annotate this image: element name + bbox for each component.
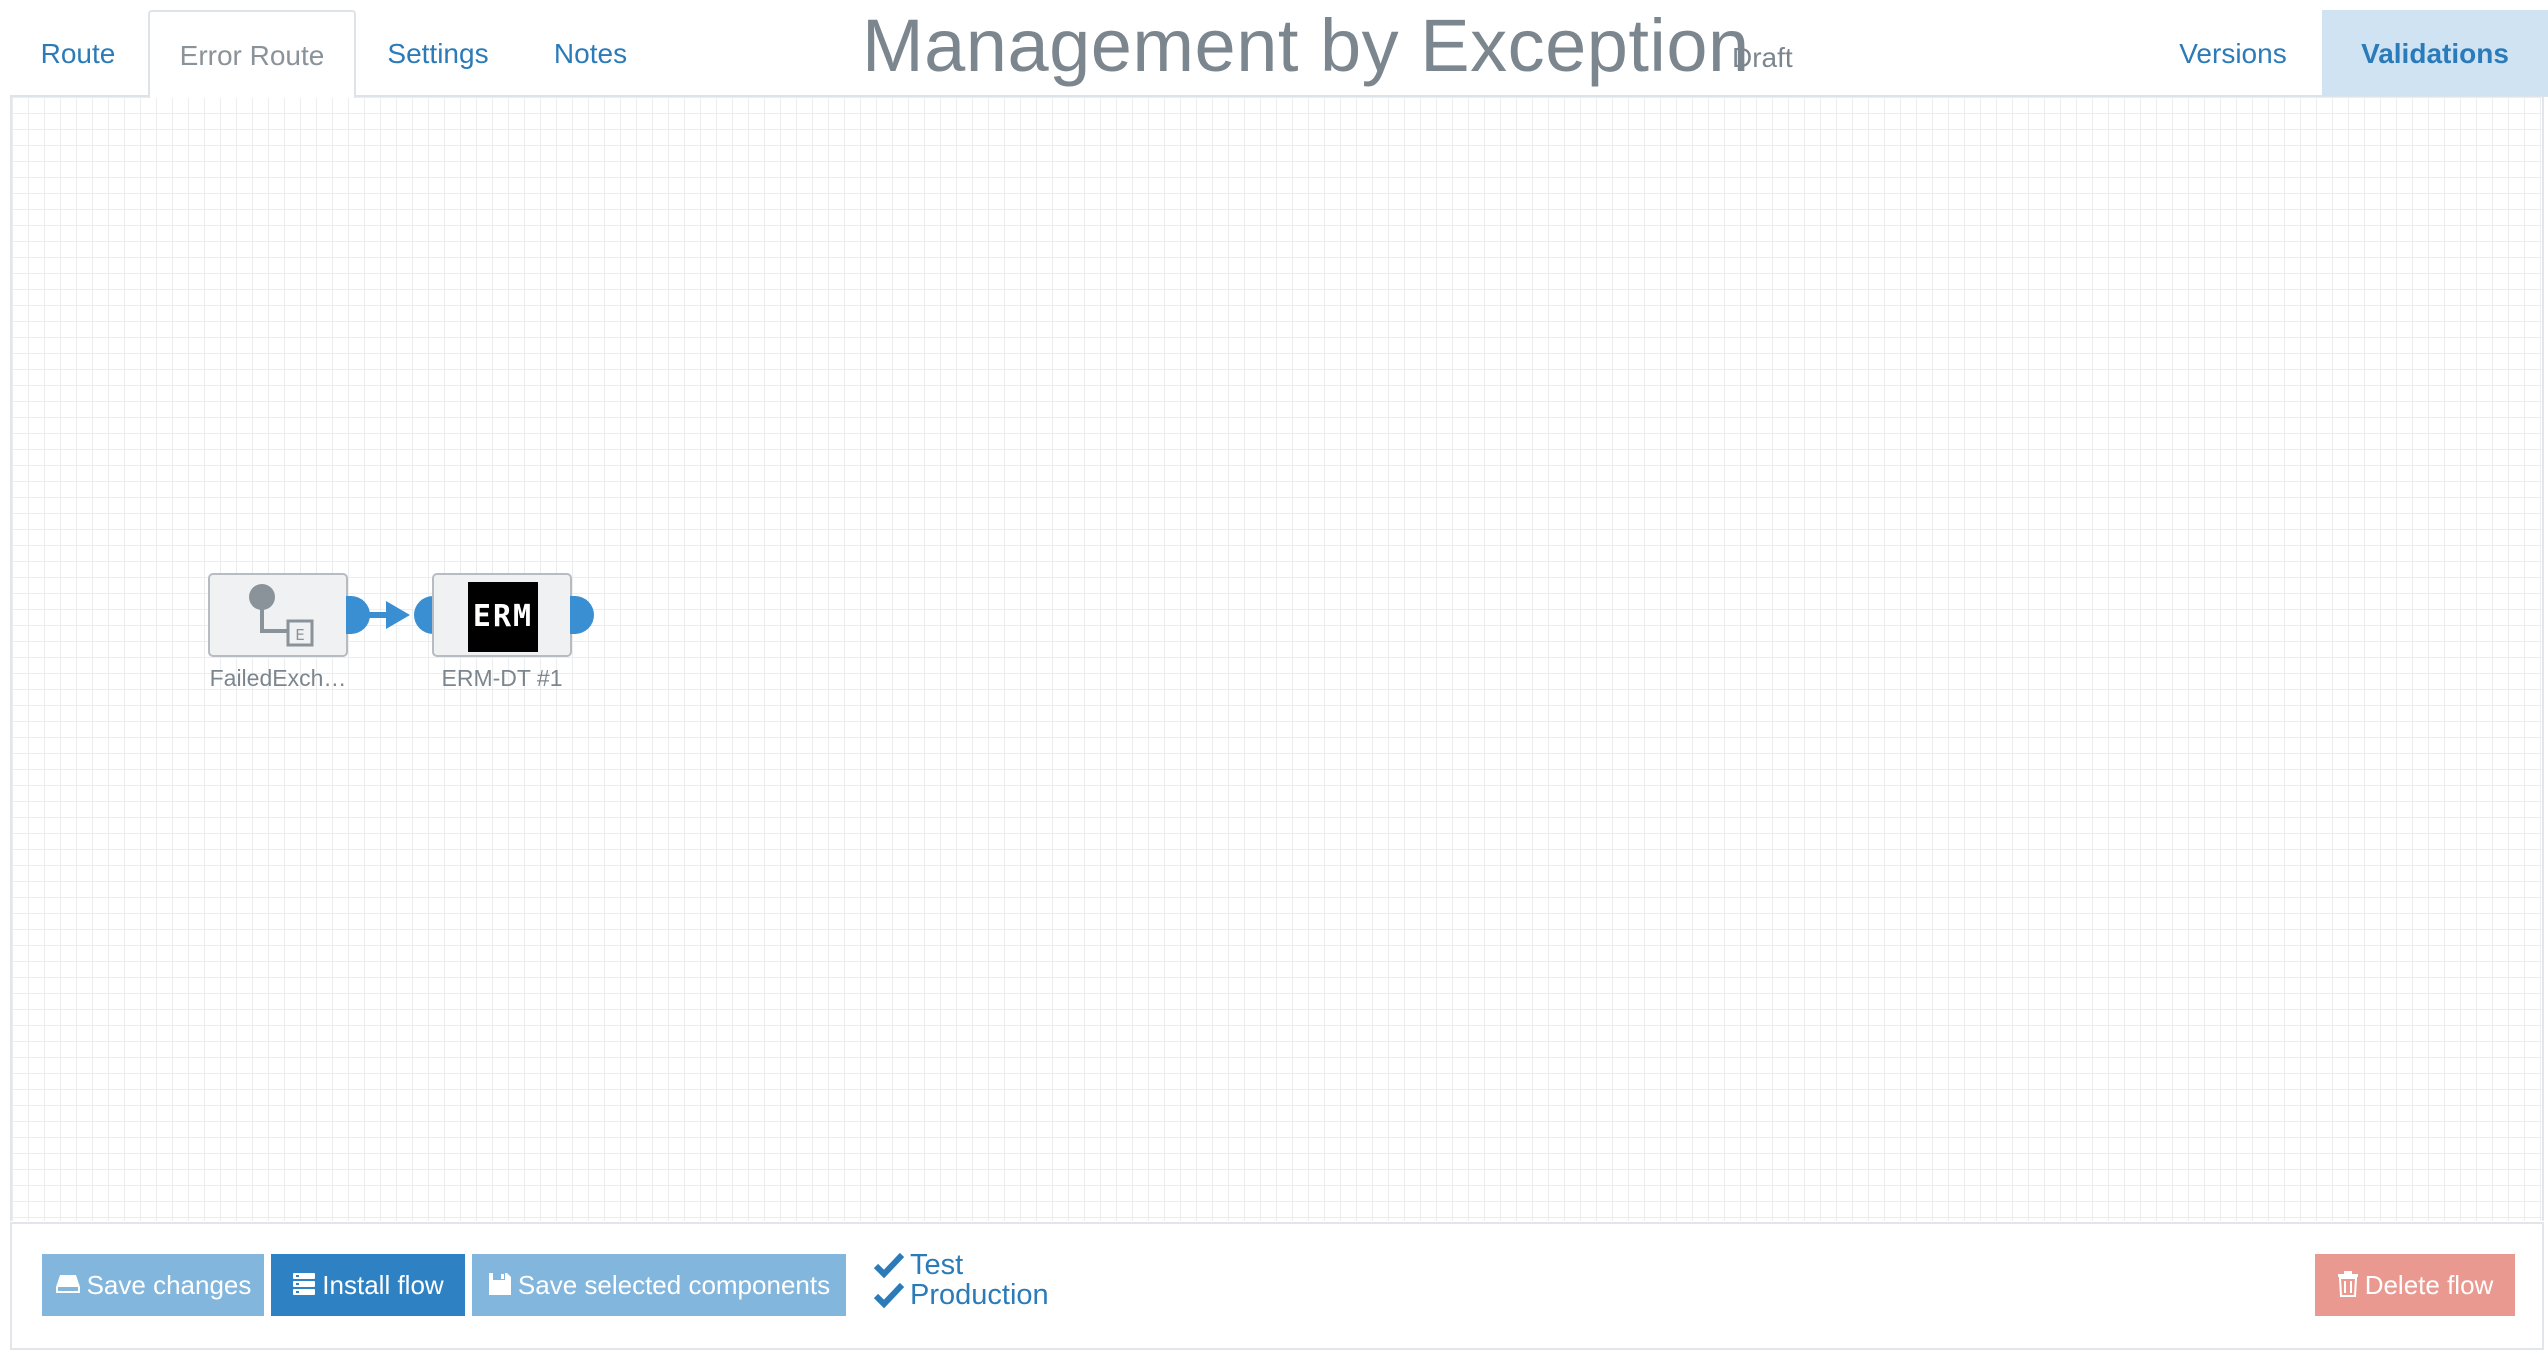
environment-test: Test [874, 1250, 1049, 1280]
node-failed-exchange-label: FailedExch… [209, 665, 347, 691]
trash-icon [2337, 1271, 2358, 1298]
save-changes-button[interactable]: Save changes [42, 1254, 264, 1316]
failed-exchange-icon: E [210, 584, 346, 659]
status-badge: Draft [1732, 42, 1793, 73]
tab-route[interactable]: Route [18, 10, 138, 96]
tab-settings[interactable]: Settings [368, 10, 508, 96]
delete-flow-button[interactable]: Delete flow [2315, 1254, 2515, 1316]
save-selected-components-button[interactable]: Save selected components [472, 1254, 846, 1316]
environment-production: Production [874, 1280, 1049, 1310]
flow-canvas[interactable]: E ERM FailedExch… ERM-DT #1 [10, 97, 2544, 1221]
node-erm-dt[interactable]: ERM [432, 573, 572, 657]
save-selected-label: Save selected components [517, 1270, 831, 1300]
node-erm-output-port[interactable] [570, 596, 594, 634]
install-flow-label: Install flow [322, 1270, 444, 1300]
checkmark-icon [874, 1282, 904, 1308]
tab-notes[interactable]: Notes [528, 10, 653, 96]
drive-icon [55, 1275, 80, 1294]
environment-list: Test Production [874, 1250, 1049, 1310]
tab-versions[interactable]: Versions [2158, 10, 2308, 96]
floppy-disk-icon [488, 1273, 511, 1296]
footer-toolbar: Save changes Install flow Save selected … [10, 1222, 2544, 1350]
erm-logo-text: ERM [472, 599, 534, 634]
header: Route Error Route Settings Notes Managem… [0, 0, 2548, 98]
svg-text:E: E [295, 626, 304, 644]
environment-test-label: Test [910, 1249, 964, 1281]
delete-flow-label: Delete flow [2364, 1270, 2494, 1300]
server-icon [293, 1273, 316, 1296]
node-failed-exchange[interactable]: E [208, 573, 348, 657]
erm-logo: ERM [468, 582, 538, 652]
checkmark-icon [874, 1252, 904, 1278]
tab-validations[interactable]: Validations [2322, 10, 2548, 96]
environment-production-label: Production [910, 1279, 1049, 1311]
tab-error-route[interactable]: Error Route [148, 10, 356, 98]
page-title: Management by Exception [862, 4, 1750, 87]
save-changes-label: Save changes [86, 1270, 252, 1300]
install-flow-button[interactable]: Install flow [271, 1254, 465, 1316]
node-erm-dt-label: ERM-DT #1 [441, 665, 563, 691]
